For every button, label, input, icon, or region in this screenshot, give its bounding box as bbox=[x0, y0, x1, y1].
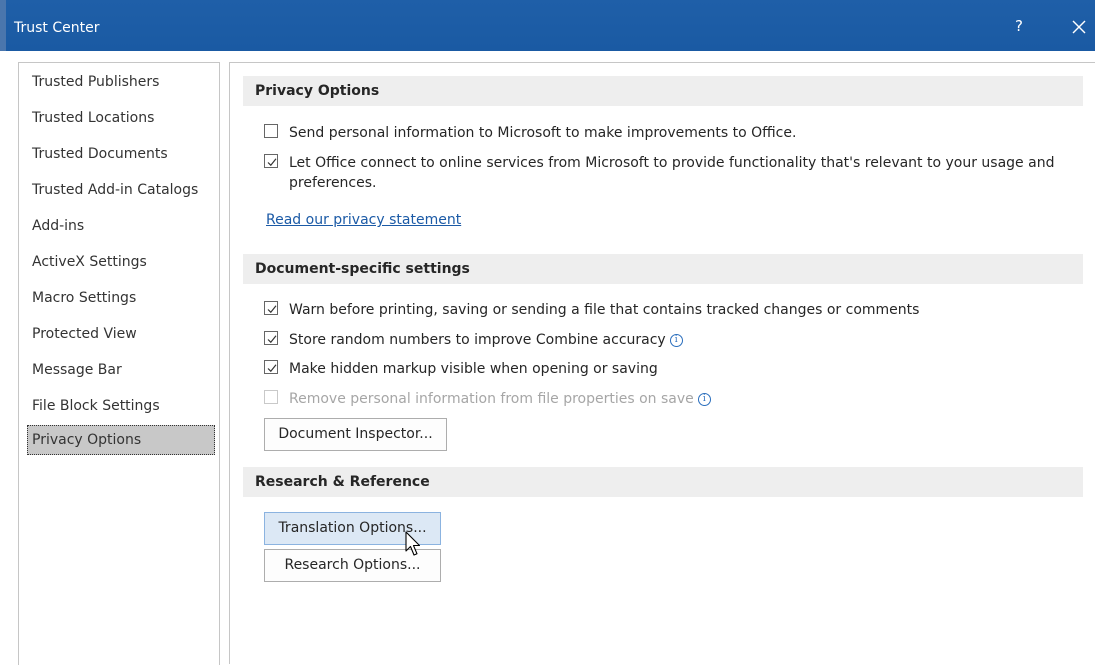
checkbox-checked[interactable] bbox=[264, 360, 278, 374]
checkbox-checked[interactable] bbox=[264, 301, 278, 315]
option-label: Make hidden markup visible when opening … bbox=[289, 361, 658, 377]
option-label: Warn before printing, saving or sending … bbox=[289, 302, 920, 318]
option-make-markup-visible[interactable]: Make hidden markup visible when opening … bbox=[264, 359, 1074, 379]
close-button[interactable] bbox=[1066, 14, 1092, 40]
close-icon bbox=[1072, 20, 1086, 34]
help-button[interactable]: ? bbox=[1009, 17, 1029, 39]
option-warn-before-printing[interactable]: Warn before printing, saving or sending … bbox=[264, 300, 1074, 320]
checkmark-icon bbox=[267, 158, 277, 167]
sidebar-item-file-block-settings[interactable]: File Block Settings bbox=[27, 391, 215, 421]
checkbox-unchecked[interactable] bbox=[264, 124, 278, 138]
option-label: Let Office connect to online services fr… bbox=[289, 155, 1055, 191]
sidebar-item-add-ins[interactable]: Add-ins bbox=[27, 211, 215, 241]
document-inspector-button[interactable]: Document Inspector... bbox=[264, 418, 447, 451]
checkmark-icon bbox=[267, 364, 277, 373]
title-bar-accent bbox=[0, 0, 6, 51]
sidebar-item-privacy-options[interactable]: Privacy Options bbox=[27, 425, 215, 455]
option-remove-personal-info: Remove personal information from file pr… bbox=[264, 389, 1074, 409]
sidebar-item-trusted-add-in-catalogs[interactable]: Trusted Add-in Catalogs bbox=[27, 175, 215, 205]
title-bar: Trust Center ? bbox=[0, 0, 1095, 51]
checkbox-disabled bbox=[264, 390, 278, 404]
option-send-personal-info[interactable]: Send personal information to Microsoft t… bbox=[264, 123, 1074, 143]
sidebar-item-protected-view[interactable]: Protected View bbox=[27, 319, 215, 349]
sidebar-item-trusted-locations[interactable]: Trusted Locations bbox=[27, 103, 215, 133]
option-label: Send personal information to Microsoft t… bbox=[289, 125, 797, 141]
checkbox-checked[interactable] bbox=[264, 154, 278, 168]
window-title: Trust Center bbox=[14, 20, 100, 36]
option-label: Remove personal information from file pr… bbox=[289, 391, 694, 407]
sidebar-item-trusted-publishers[interactable]: Trusted Publishers bbox=[27, 67, 215, 97]
section-header-research-reference: Research & Reference bbox=[243, 467, 1083, 497]
section-header-privacy-options: Privacy Options bbox=[243, 76, 1083, 106]
mouse-pointer-icon bbox=[405, 531, 421, 556]
info-icon[interactable]: i bbox=[697, 393, 711, 406]
trust-center-window: Trust Center ? Trusted Publishers Truste… bbox=[0, 0, 1095, 665]
checkmark-icon bbox=[267, 335, 277, 344]
info-icon[interactable]: i bbox=[669, 334, 683, 347]
option-label-wrapper: Store random numbers to improve Combine … bbox=[289, 330, 1079, 350]
checkmark-icon bbox=[267, 305, 277, 314]
sidebar-item-activex-settings[interactable]: ActiveX Settings bbox=[27, 247, 215, 277]
sidebar-item-macro-settings[interactable]: Macro Settings bbox=[27, 283, 215, 313]
option-label-wrapper: Remove personal information from file pr… bbox=[289, 389, 1079, 409]
sidebar-item-trusted-documents[interactable]: Trusted Documents bbox=[27, 139, 215, 169]
option-store-random-numbers[interactable]: Store random numbers to improve Combine … bbox=[264, 330, 1074, 350]
option-label: Store random numbers to improve Combine … bbox=[289, 332, 666, 348]
checkbox-checked[interactable] bbox=[264, 331, 278, 345]
section-header-document-specific: Document-specific settings bbox=[243, 254, 1083, 284]
category-list: Trusted Publishers Trusted Locations Tru… bbox=[18, 62, 220, 665]
sidebar-item-message-bar[interactable]: Message Bar bbox=[27, 355, 215, 385]
option-connect-online-services[interactable]: Let Office connect to online services fr… bbox=[264, 153, 1074, 193]
privacy-statement-link[interactable]: Read our privacy statement bbox=[266, 212, 461, 228]
